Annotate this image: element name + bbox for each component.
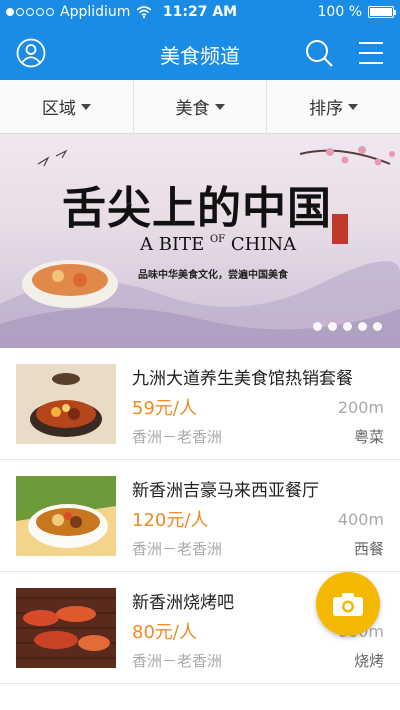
food-thumbnail: [16, 476, 116, 556]
restaurant-location: 香洲－老香洲: [132, 428, 223, 446]
restaurant-distance: 400m: [337, 510, 384, 529]
list-item[interactable]: 九洲大道养生美食馆热销套餐 59元/人 200m 香洲－老香洲 粤菜: [0, 348, 400, 460]
chevron-down-icon: [348, 103, 359, 110]
banner-title: 舌尖上的中国: [62, 183, 332, 234]
search-icon[interactable]: [304, 38, 334, 68]
banner-subtitle: A BITE OF CHINA: [140, 234, 296, 255]
banner-subtitle-b: CHINA: [230, 234, 297, 255]
battery-label: 100 %: [317, 4, 362, 20]
filter-label: 区域: [41, 99, 76, 119]
banner-subtitle-a: A BITE: [140, 234, 205, 255]
pager-dot[interactable]: [373, 322, 382, 331]
filter-sort[interactable]: 排序: [267, 80, 400, 133]
list-item[interactable]: 新香洲吉豪马来西亚餐厅 120元/人 400m 香洲－老香洲 西餐: [0, 460, 400, 572]
restaurant-name: 新香洲烧烤吧: [132, 593, 234, 613]
food-thumbnail: [16, 588, 116, 668]
chevron-down-icon: [214, 103, 225, 110]
banner-tagline: 品味中华美食文化，尝遍中国美食: [138, 270, 288, 281]
restaurant-price: 120元/人: [132, 510, 209, 531]
restaurant-location: 香洲－老香洲: [132, 540, 223, 558]
promo-banner[interactable]: 舌尖上的中国 A BITE OF CHINA 品味中华美食文化，尝遍中国美食: [0, 134, 400, 348]
restaurant-name: 新香洲吉豪马来西亚餐厅: [132, 481, 319, 501]
restaurant-name: 九洲大道养生美食馆热销套餐: [132, 369, 353, 389]
food-thumbnail: [16, 364, 116, 444]
restaurant-category: 粤菜: [353, 428, 384, 446]
filter-food[interactable]: 美食: [134, 80, 268, 133]
restaurant-price: 59元/人: [132, 398, 197, 419]
pager-dot[interactable]: [328, 322, 337, 331]
filter-label: 美食: [175, 99, 210, 119]
camera-icon: [333, 593, 363, 616]
pager-dot[interactable]: [313, 322, 322, 331]
restaurant-distance: 200m: [337, 398, 384, 417]
filter-area[interactable]: 区域: [0, 80, 134, 133]
banner-subtitle-of: OF: [209, 234, 226, 245]
nav-bar: 美食频道: [0, 26, 400, 80]
restaurant-category: 烧烤: [353, 652, 384, 670]
filter-bar: 区域 美食 排序: [0, 80, 400, 134]
status-right: 100 %: [317, 4, 396, 20]
pager-dot[interactable]: [358, 322, 367, 331]
status-bar: Applidium 11:27 AM 100 %: [0, 0, 400, 26]
battery-icon: [368, 6, 396, 18]
camera-button[interactable]: [316, 572, 380, 636]
menu-icon[interactable]: [356, 38, 386, 68]
page-title: 美食频道: [160, 44, 240, 68]
filter-label: 排序: [309, 99, 344, 119]
banner-pager: [313, 322, 382, 331]
restaurant-location: 香洲－老香洲: [132, 652, 223, 670]
restaurant-category: 西餐: [353, 540, 384, 558]
restaurant-price: 80元/人: [132, 622, 197, 643]
pager-dot[interactable]: [343, 322, 352, 331]
chevron-down-icon: [80, 103, 91, 110]
